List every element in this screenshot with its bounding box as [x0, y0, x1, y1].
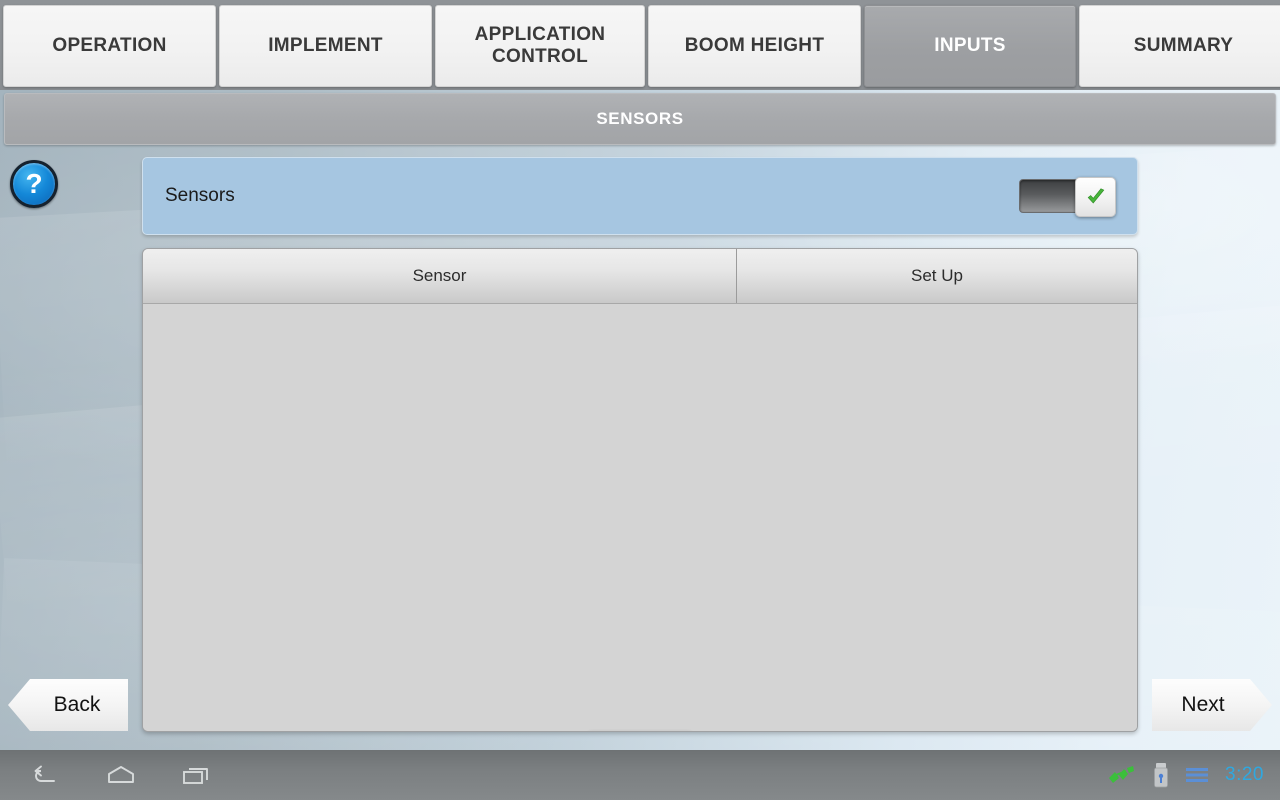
- top-tab-bar: OPERATION IMPLEMENT APPLICATION CONTROL …: [0, 0, 1280, 90]
- tab-implement[interactable]: IMPLEMENT: [219, 5, 432, 87]
- tab-boom-height[interactable]: BOOM HEIGHT: [648, 5, 861, 87]
- column-header-setup[interactable]: Set Up: [737, 249, 1137, 303]
- sensors-table-panel: Sensor Set Up Add: [142, 248, 1138, 732]
- add-sensor-button[interactable]: Add: [588, 730, 692, 731]
- help-glyph: ?: [25, 168, 43, 199]
- back-button-label: Back: [53, 693, 101, 716]
- android-recents-icon[interactable]: [180, 760, 214, 790]
- tab-implement-label: IMPLEMENT: [268, 34, 383, 56]
- app-screen: OPERATION IMPLEMENT APPLICATION CONTROL …: [0, 0, 1280, 800]
- sensors-enable-panel: Sensors: [142, 157, 1138, 235]
- gps-satellite-icon[interactable]: [1107, 764, 1137, 786]
- tab-inputs-label: INPUTS: [934, 34, 1006, 56]
- status-clock: 3:20: [1225, 764, 1264, 785]
- android-nav-buttons: [0, 760, 214, 790]
- toggle-thumb: [1075, 177, 1116, 217]
- tab-boom-height-label: BOOM HEIGHT: [684, 34, 825, 56]
- tab-operation[interactable]: OPERATION: [3, 5, 216, 87]
- tab-summary[interactable]: SUMMARY: [1079, 5, 1280, 87]
- column-header-sensor-label: Sensor: [412, 266, 467, 285]
- checkmark-icon: [1087, 188, 1104, 204]
- status-tray: 3:20: [1107, 762, 1280, 788]
- android-system-bar: 3:20: [0, 750, 1280, 800]
- sensors-table-header: Sensor Set Up: [143, 249, 1137, 304]
- column-header-setup-label: Set Up: [911, 266, 963, 285]
- sensors-subheader[interactable]: SENSORS: [4, 93, 1276, 145]
- next-button[interactable]: Next: [1152, 679, 1272, 731]
- android-back-icon[interactable]: [28, 760, 62, 790]
- menu-lines-icon[interactable]: [1185, 765, 1209, 785]
- column-header-sensor[interactable]: Sensor: [143, 249, 737, 303]
- sensors-subheader-title: SENSORS: [596, 109, 684, 128]
- sensors-table-body: Add: [143, 304, 1137, 731]
- tab-summary-label: SUMMARY: [1133, 34, 1234, 56]
- sensors-enable-label: Sensors: [165, 185, 235, 206]
- tab-inputs[interactable]: INPUTS: [864, 5, 1076, 87]
- tab-application-control-label: APPLICATION CONTROL: [474, 23, 606, 67]
- back-button[interactable]: Back: [8, 679, 128, 731]
- help-icon[interactable]: ?: [10, 160, 58, 208]
- tab-operation-label: OPERATION: [52, 34, 167, 56]
- tab-application-control[interactable]: APPLICATION CONTROL: [435, 5, 645, 87]
- next-button-label: Next: [1181, 693, 1225, 716]
- android-home-icon[interactable]: [104, 760, 138, 790]
- usb-drive-icon[interactable]: [1153, 762, 1169, 788]
- sensors-enable-toggle[interactable]: [1019, 177, 1116, 217]
